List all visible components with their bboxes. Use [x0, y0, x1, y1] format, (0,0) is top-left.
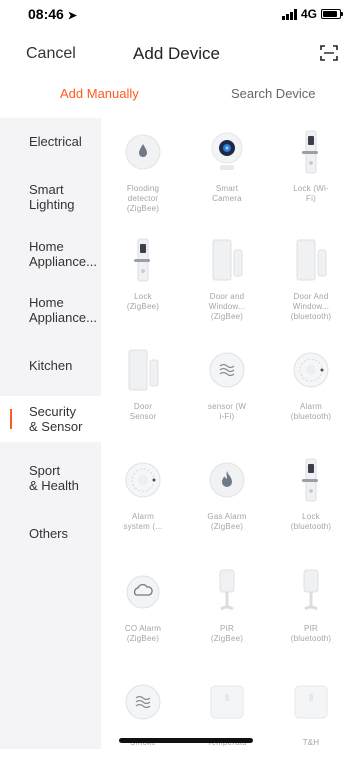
active-indicator [10, 409, 12, 429]
sidebar-item-label: Others [29, 526, 69, 541]
temperature-humidity-icon [291, 682, 331, 722]
scan-icon[interactable] [320, 44, 338, 62]
water-drop-icon [123, 132, 163, 172]
network-type: 4G [300, 7, 317, 21]
pir-sensor-icon [291, 569, 331, 612]
gas-sensor-icon [123, 682, 163, 722]
device-label: Lock (Wi- Fi) [293, 184, 329, 203]
sidebar-item-label: Electrical [29, 134, 82, 149]
sidebar-item-home-appliance-1[interactable]: Home Appliance... [0, 239, 101, 271]
device-label: Door and Window... (ZigBee) [208, 292, 246, 321]
device-sensor-wifi[interactable]: sensor (W i-Fi) [185, 336, 269, 436]
device-grid: Flooding detector (ZigBee) Smart Camera … [101, 118, 353, 749]
pir-sensor-icon [207, 569, 247, 612]
device-lock-wifi[interactable]: Lock (Wi- Fi) [269, 118, 353, 218]
device-label: Door Sensor [129, 402, 157, 421]
device-label: Gas Alarm (ZigBee) [207, 512, 247, 531]
sidebar-item-kitchen[interactable]: Kitchen [0, 358, 101, 378]
sidebar-item-label: Kitchen [29, 358, 73, 373]
door-window-sensor-icon [123, 349, 163, 391]
sidebar-item-smart-lighting[interactable]: Smart Lighting [0, 182, 101, 214]
device-pir-bluetooth[interactable]: PIR (bluetooth) [269, 558, 353, 658]
nav-bar: Cancel Add Device [0, 40, 353, 70]
device-th[interactable]: T&H [269, 668, 353, 768]
tab-add-manually[interactable]: Add Manually [60, 86, 139, 101]
page-title: Add Device [133, 44, 220, 63]
battery-icon [321, 9, 343, 19]
sidebar-item-label: Sport & Health [29, 463, 79, 493]
device-label: Flooding detector (ZigBee) [126, 184, 160, 213]
device-label: Alarm (bluetooth) [290, 402, 332, 421]
device-label: Lock (ZigBee) [126, 292, 160, 311]
device-lock-zigbee[interactable]: Lock (ZigBee) [101, 226, 185, 326]
sidebar-item-sport-health[interactable]: Sport & Health [0, 463, 101, 495]
device-label: Alarm system (... [123, 512, 163, 531]
camera-icon [207, 132, 247, 172]
smoke-alarm-icon [123, 460, 163, 500]
sidebar-item-others[interactable]: Others [0, 526, 101, 546]
home-indicator[interactable] [119, 738, 253, 743]
device-label: Door And Window... (bluetooth) [290, 292, 332, 321]
device-label: PIR (ZigBee) [210, 624, 244, 643]
co-alarm-icon [123, 572, 163, 612]
device-alarm-system[interactable]: Alarm system (... [101, 446, 185, 546]
device-label: T&H [302, 738, 320, 747]
door-lock-icon [123, 238, 163, 282]
status-indicators: 4G [281, 7, 343, 21]
tab-search-device[interactable]: Search Device [231, 86, 316, 101]
sidebar-item-label: Home Appliance... [29, 239, 97, 269]
device-door-window-zigbee[interactable]: Door and Window... (ZigBee) [185, 226, 269, 326]
device-label: PIR (bluetooth) [290, 624, 332, 643]
gas-sensor-icon [207, 350, 247, 390]
device-lock-bluetooth[interactable]: Lock (bluetooth) [269, 446, 353, 546]
status-time: 08:46 ➤ [28, 6, 77, 22]
sidebar-item-home-appliance-2[interactable]: Home Appliance... [0, 295, 101, 327]
device-pir-zigbee[interactable]: PIR (ZigBee) [185, 558, 269, 658]
door-window-sensor-icon [207, 239, 247, 281]
door-window-sensor-icon [291, 239, 331, 281]
status-bar: 08:46 ➤ 4G [0, 0, 353, 28]
device-smart-camera[interactable]: Smart Camera [185, 118, 269, 218]
device-smoke[interactable]: Smoke [101, 668, 185, 768]
sidebar-item-label: Smart Lighting [29, 182, 75, 212]
device-door-sensor[interactable]: Door Sensor [101, 336, 185, 436]
device-door-window-bluetooth[interactable]: Door And Window... (bluetooth) [269, 226, 353, 326]
device-temperature[interactable]: Temperatu [185, 668, 269, 768]
device-label: Lock (bluetooth) [290, 512, 332, 531]
device-gas-alarm[interactable]: Gas Alarm (ZigBee) [185, 446, 269, 546]
sidebar-item-electrical[interactable]: Electrical [0, 134, 101, 154]
temperature-humidity-icon [207, 682, 247, 722]
device-flooding-detector[interactable]: Flooding detector (ZigBee) [101, 118, 185, 218]
device-alarm-bluetooth[interactable]: Alarm (bluetooth) [269, 336, 353, 436]
sidebar-item-security-sensor[interactable]: Security & Sensor [0, 396, 101, 442]
flame-icon [207, 460, 247, 500]
door-lock-icon [291, 458, 331, 502]
device-label: CO Alarm (ZigBee) [124, 624, 162, 643]
device-label: Smart Camera [212, 184, 242, 203]
device-label: sensor (W i-Fi) [207, 402, 247, 421]
tab-bar: Add Manually Search Device [0, 84, 353, 108]
smoke-alarm-icon [291, 350, 331, 390]
device-co-alarm[interactable]: CO Alarm (ZigBee) [101, 558, 185, 658]
category-sidebar: Electrical Smart Lighting Home Appliance… [0, 118, 101, 749]
sidebar-item-label: Security & Sensor [29, 404, 83, 434]
signal-icon [281, 8, 297, 20]
door-lock-icon [291, 130, 331, 174]
sidebar-item-label: Home Appliance... [29, 295, 97, 325]
